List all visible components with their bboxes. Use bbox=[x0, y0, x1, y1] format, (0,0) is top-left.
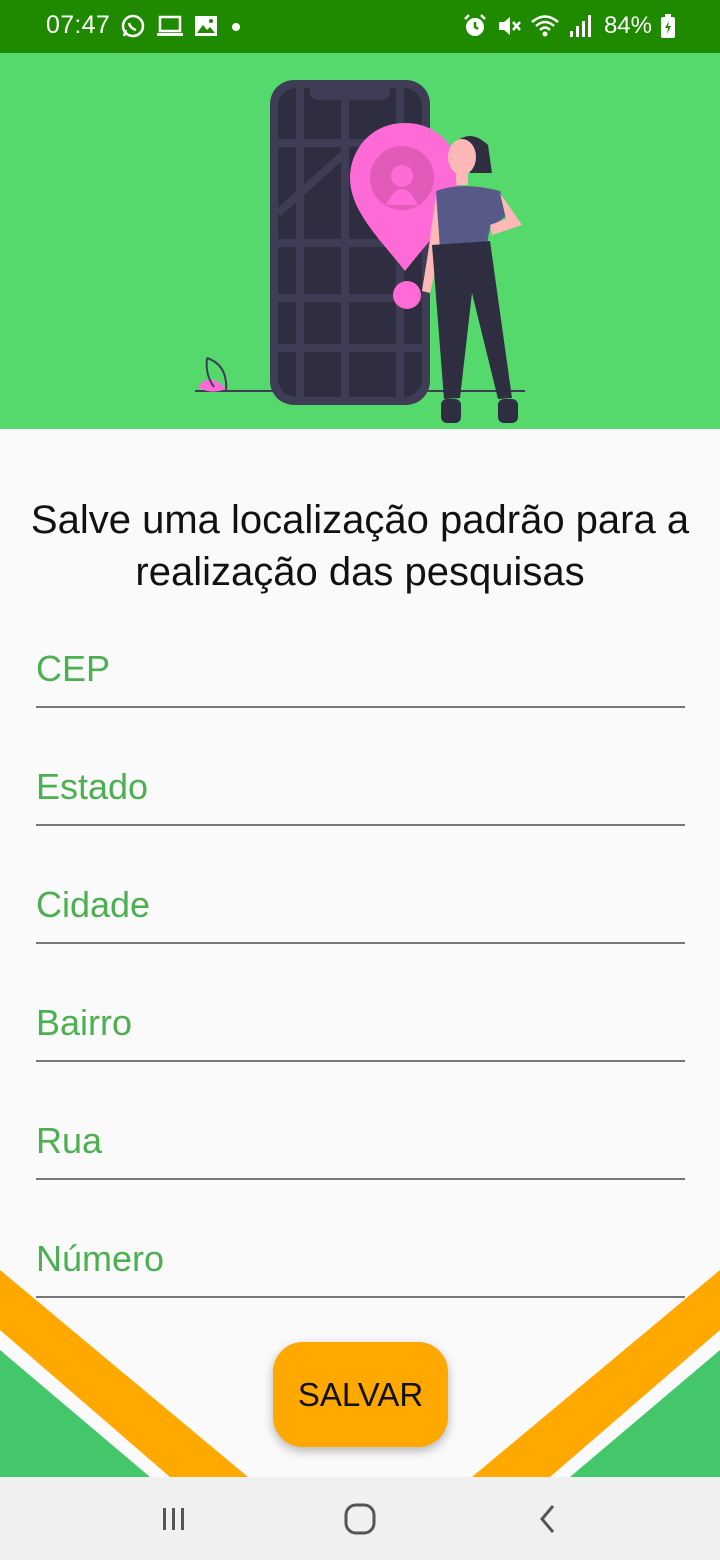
estado-input[interactable] bbox=[36, 766, 685, 808]
signal-icon bbox=[569, 15, 591, 37]
navigation-bar bbox=[0, 1477, 720, 1560]
back-button[interactable] bbox=[518, 1495, 578, 1543]
status-time: 07:47 bbox=[46, 11, 111, 39]
numero-input[interactable] bbox=[36, 1238, 685, 1280]
hero-banner bbox=[0, 53, 720, 429]
whatsapp-icon bbox=[121, 14, 145, 38]
image-icon bbox=[195, 16, 217, 36]
laptop-icon bbox=[157, 15, 183, 36]
status-bar: 07:47 84% bbox=[0, 0, 720, 53]
status-notification-icons bbox=[120, 12, 244, 40]
mute-icon bbox=[498, 17, 521, 35]
battery-icon bbox=[661, 14, 675, 38]
save-button[interactable]: SALVAR bbox=[273, 1342, 448, 1447]
dot-icon bbox=[232, 23, 240, 31]
recent-apps-icon bbox=[163, 1508, 184, 1530]
bairro-field[interactable] bbox=[36, 1002, 685, 1062]
recent-apps-button[interactable] bbox=[144, 1495, 204, 1543]
status-system-icons: 84% bbox=[462, 12, 676, 40]
back-icon bbox=[540, 1505, 555, 1533]
home-icon bbox=[344, 1503, 376, 1535]
location-illustration bbox=[195, 80, 525, 423]
cep-input[interactable] bbox=[36, 648, 685, 690]
page-title: Salve uma localização padrão para a real… bbox=[30, 498, 690, 594]
bairro-input[interactable] bbox=[36, 1002, 685, 1044]
numero-field[interactable] bbox=[36, 1238, 685, 1298]
rua-field[interactable] bbox=[36, 1120, 685, 1180]
cidade-input[interactable] bbox=[36, 884, 685, 926]
cidade-field[interactable] bbox=[36, 884, 685, 944]
estado-field[interactable] bbox=[36, 766, 685, 826]
alarm-icon bbox=[464, 14, 486, 36]
wifi-icon bbox=[531, 15, 559, 37]
home-button[interactable] bbox=[330, 1495, 390, 1543]
battery-percent: 84% bbox=[603, 12, 652, 39]
rua-input[interactable] bbox=[36, 1120, 685, 1162]
cep-field[interactable] bbox=[36, 648, 685, 708]
